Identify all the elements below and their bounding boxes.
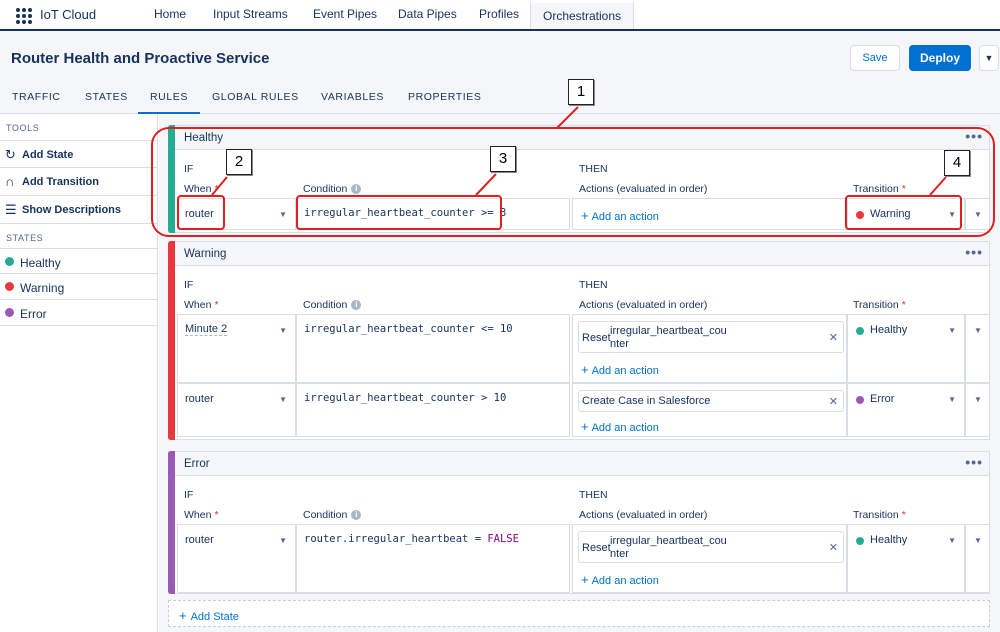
callout-badge-3: 3 [490,146,516,172]
leader-line-2 [211,176,228,196]
callout-leader-lines [211,106,947,196]
callout-badge-2: 2 [226,149,252,175]
callout-badge-4: 4 [944,150,970,176]
leader-line-1 [556,106,579,129]
leader-line-4 [929,176,947,196]
leader-line-3 [475,173,497,196]
callout-badge-1: 1 [568,79,594,105]
